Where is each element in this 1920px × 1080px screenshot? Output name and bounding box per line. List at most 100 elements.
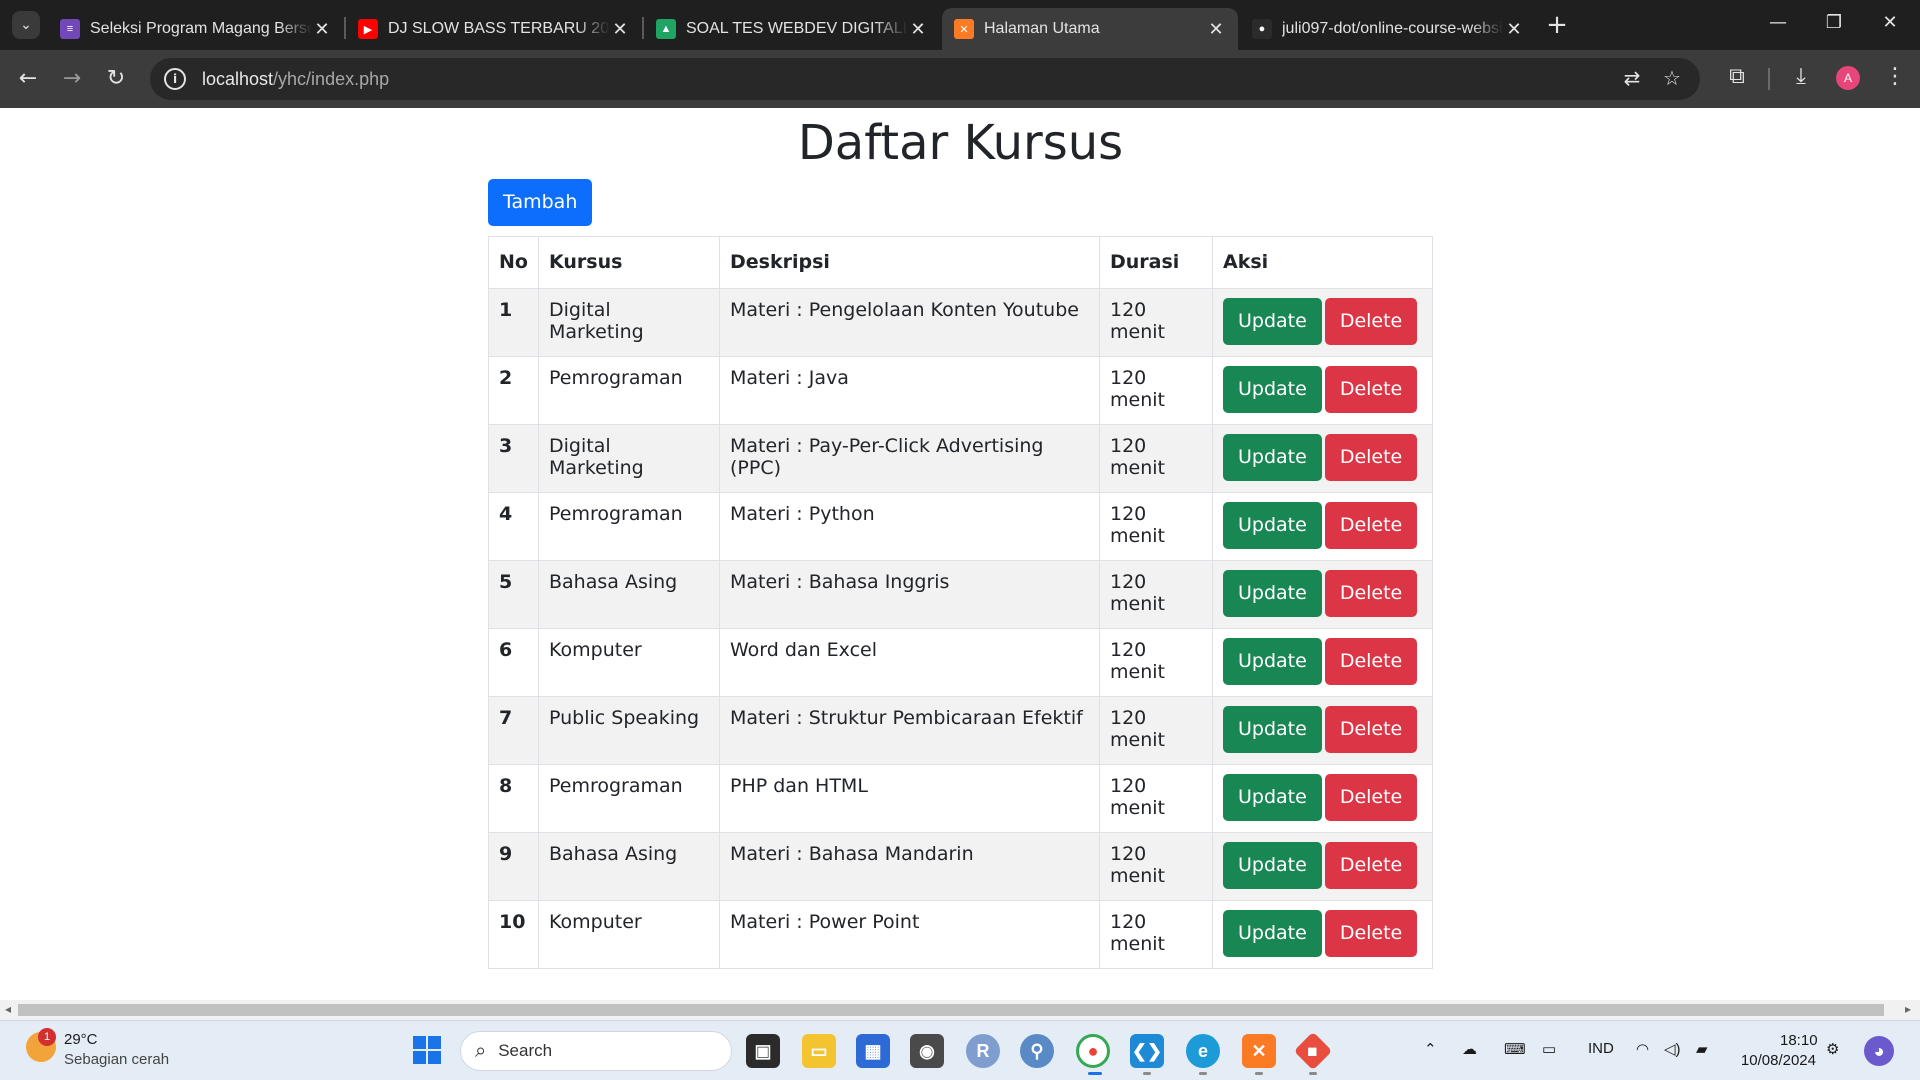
- update-button[interactable]: Update: [1223, 570, 1322, 617]
- translate-icon[interactable]: ⇄: [1618, 66, 1646, 90]
- tab-title: DJ SLOW BASS TERBARU 2024 J: [388, 20, 610, 37]
- cell-deskripsi: Materi : Pengelolaan Konten Youtube: [719, 288, 1100, 357]
- update-button[interactable]: Update: [1223, 298, 1322, 345]
- vscode-icon[interactable]: ❮❯: [1130, 1034, 1164, 1068]
- edge-icon[interactable]: e: [1186, 1034, 1220, 1068]
- extensions-icon[interactable]: ⧉: [1722, 64, 1752, 89]
- clock-date[interactable]: 10/08/2024: [1736, 1052, 1816, 1069]
- taskbar-search-box[interactable]: ⌕ Search: [460, 1031, 732, 1071]
- back-icon[interactable]: ←: [12, 63, 44, 95]
- cell-no: 8: [488, 764, 539, 833]
- tab-close-icon[interactable]: ✕: [1504, 19, 1524, 40]
- update-button[interactable]: Update: [1223, 774, 1322, 821]
- delete-button[interactable]: Delete: [1324, 910, 1418, 957]
- notifications-bell-icon[interactable]: ⚙: [1826, 1040, 1839, 1058]
- scroll-left-icon[interactable]: ◂: [5, 1002, 11, 1016]
- onedrive-cloud-icon[interactable]: ☁: [1462, 1040, 1477, 1058]
- add-course-button[interactable]: Tambah: [488, 179, 593, 226]
- browser-tab[interactable]: ✕ Halaman Utama ✕: [942, 8, 1238, 50]
- restore-icon[interactable]: ❐: [1814, 8, 1854, 38]
- delete-button[interactable]: Delete: [1324, 706, 1418, 753]
- delete-button[interactable]: Delete: [1324, 842, 1418, 889]
- browser-tab[interactable]: ▶ DJ SLOW BASS TERBARU 2024 J✕: [346, 8, 642, 50]
- task-view-icon[interactable]: ▣: [746, 1034, 780, 1068]
- cell-aksi: Update Delete: [1212, 764, 1433, 833]
- address-bar[interactable]: i localhost/yhc/index.php: [150, 58, 1700, 100]
- browser-tab[interactable]: ● juli097-dot/online-course-website ✕: [1240, 8, 1536, 50]
- file-explorer-icon[interactable]: ▭: [802, 1034, 836, 1068]
- update-button[interactable]: Update: [1223, 842, 1322, 889]
- table-row: 1 Digital Marketing Materi : Pengelolaan K…: [488, 288, 1433, 357]
- windows-start-icon[interactable]: [413, 1036, 441, 1064]
- xampp-icon[interactable]: ✕: [1242, 1034, 1276, 1068]
- delete-button[interactable]: Delete: [1324, 638, 1418, 685]
- site-info-icon[interactable]: i: [164, 68, 186, 90]
- page-viewport: Daftar Kursus Tambah No Kursus Deskripsi…: [0, 108, 1920, 1000]
- language-indicator[interactable]: IND: [1588, 1040, 1614, 1057]
- cell-kursus: Pemrograman: [538, 356, 720, 425]
- tab-close-icon[interactable]: ✕: [908, 19, 928, 40]
- update-button[interactable]: Update: [1223, 910, 1322, 957]
- header-kursus: Kursus: [538, 236, 720, 289]
- cell-kursus: Komputer: [538, 628, 720, 697]
- update-button[interactable]: Update: [1223, 638, 1322, 685]
- camera-icon[interactable]: ◉: [910, 1034, 944, 1068]
- profile-avatar[interactable]: A: [1836, 66, 1860, 90]
- delete-button[interactable]: Delete: [1324, 774, 1418, 821]
- volume-icon[interactable]: ◁): [1664, 1040, 1681, 1058]
- tab-close-icon[interactable]: ✕: [312, 19, 332, 40]
- microsoft-store-icon[interactable]: ▦: [856, 1034, 890, 1068]
- download-icon[interactable]: ⤓: [1786, 64, 1816, 89]
- delete-button[interactable]: Delete: [1324, 570, 1418, 617]
- cell-durasi: 120 menit: [1099, 492, 1213, 561]
- copilot-icon[interactable]: ◕: [1864, 1036, 1894, 1066]
- browser-tab[interactable]: ≡ Seleksi Program Magang Bersertifikat✕: [48, 8, 344, 50]
- keyboard-icon[interactable]: ⌨: [1504, 1040, 1526, 1058]
- table-header-row: No Kursus Deskripsi Durasi Aksi: [488, 236, 1433, 289]
- display-icon[interactable]: ▭: [1542, 1040, 1556, 1058]
- horizontal-scrollbar[interactable]: ◂ ▸: [0, 1000, 1920, 1020]
- tab-search-dropdown-icon[interactable]: ⌄: [12, 11, 40, 39]
- window-close-icon[interactable]: ✕: [1870, 8, 1910, 38]
- cell-no: 7: [488, 696, 539, 765]
- tray-chevron-up-icon[interactable]: ⌃: [1424, 1040, 1437, 1058]
- delete-button[interactable]: Delete: [1324, 434, 1418, 481]
- battery-icon[interactable]: ▰: [1696, 1040, 1708, 1058]
- clock-time[interactable]: 18:10: [1780, 1032, 1818, 1049]
- delete-button[interactable]: Delete: [1324, 298, 1418, 345]
- bookmark-star-icon[interactable]: ☆: [1658, 66, 1686, 90]
- cell-deskripsi: PHP dan HTML: [719, 764, 1100, 833]
- cell-aksi: Update Delete: [1212, 492, 1433, 561]
- network-app-icon[interactable]: ⚲: [1020, 1034, 1054, 1068]
- scroll-right-icon[interactable]: ▸: [1905, 1002, 1911, 1016]
- wifi-icon[interactable]: ◠: [1636, 1040, 1649, 1058]
- r-app-icon[interactable]: R: [966, 1034, 1000, 1068]
- cell-no: 3: [488, 424, 539, 493]
- minimize-icon[interactable]: —: [1758, 8, 1798, 38]
- cell-aksi: Update Delete: [1212, 560, 1433, 629]
- scrollbar-thumb[interactable]: [18, 1004, 1884, 1016]
- search-placeholder: Search: [498, 1041, 553, 1060]
- cell-kursus: Bahasa Asing: [538, 832, 720, 901]
- chrome-icon[interactable]: ●: [1076, 1034, 1110, 1068]
- update-button[interactable]: Update: [1223, 706, 1322, 753]
- forward-icon[interactable]: →: [56, 63, 88, 95]
- browser-tab[interactable]: ▲ SOAL TES WEBDEV DIGITALIZ BA✕: [644, 8, 940, 50]
- update-button[interactable]: Update: [1223, 366, 1322, 413]
- delete-button[interactable]: Delete: [1324, 502, 1418, 549]
- menu-kebab-icon[interactable]: ⋮: [1880, 64, 1910, 89]
- tab-title: Halaman Utama: [984, 20, 1100, 37]
- update-button[interactable]: Update: [1223, 434, 1322, 481]
- header-no: No: [488, 236, 539, 289]
- tab-close-icon[interactable]: ✕: [1206, 19, 1226, 40]
- url-text[interactable]: localhost/yhc/index.php: [202, 69, 389, 90]
- table-row: 8 Pemrograman PHP dan HTML 120 menit Update D…: [488, 764, 1433, 833]
- update-button[interactable]: Update: [1223, 502, 1322, 549]
- tab-close-icon[interactable]: ✕: [610, 19, 630, 40]
- new-tab-button[interactable]: +: [1542, 10, 1572, 40]
- weather-description[interactable]: Sebagian cerah: [64, 1051, 169, 1068]
- reload-icon[interactable]: ↻: [100, 63, 132, 95]
- weather-temperature[interactable]: 29°C: [64, 1031, 98, 1048]
- table-row: 2 Pemrograman Materi : Java 120 menit Update…: [488, 356, 1433, 425]
- delete-button[interactable]: Delete: [1324, 366, 1418, 413]
